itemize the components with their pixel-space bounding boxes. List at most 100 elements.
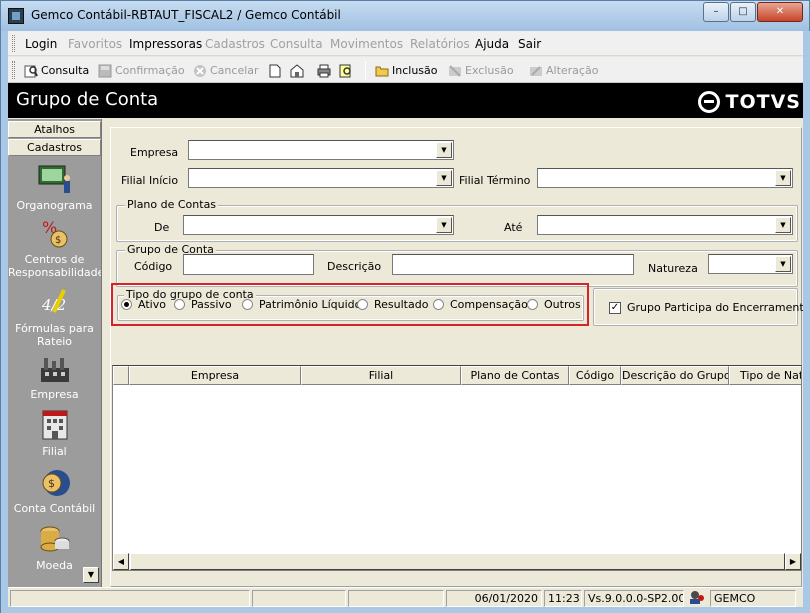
menu-ajuda[interactable]: Ajuda bbox=[475, 37, 509, 51]
cancelar-button[interactable]: Cancelar bbox=[193, 62, 259, 79]
confirmacao-button[interactable]: Confirmação bbox=[98, 62, 185, 79]
status-bar: 06/01/2020 11:23 Vs.9.0.0.0-SP2.00.0 GEM… bbox=[8, 587, 803, 607]
natureza-label: Natureza bbox=[648, 262, 698, 275]
chevron-down-icon[interactable]: ▼ bbox=[436, 142, 452, 158]
sidebar-item-formulas[interactable]: 4/2 Fórmulas para Rateio bbox=[8, 286, 101, 348]
exclusao-button[interactable]: Exclusão bbox=[448, 62, 514, 79]
filial-termino-label: Filial Término bbox=[459, 174, 531, 187]
client-area: Login Favoritos Impressoras Cadastros Co… bbox=[8, 31, 810, 607]
filial-inicio-label: Filial Início bbox=[121, 174, 179, 187]
window-frame-right bbox=[803, 31, 810, 612]
money-bag-icon: $ bbox=[38, 466, 72, 498]
encerramento-checkbox[interactable]: ✓ Grupo Participa do Encerramento bbox=[609, 301, 810, 314]
radio-resultado[interactable]: Resultado bbox=[357, 298, 428, 311]
sidebar-item-moeda[interactable]: Moeda bbox=[8, 523, 101, 572]
chevron-down-icon[interactable]: ▼ bbox=[775, 170, 791, 186]
export-button[interactable] bbox=[290, 62, 307, 79]
toolbar-grip-icon bbox=[12, 61, 15, 79]
results-grid[interactable]: Empresa Filial Plano de Contas Código De… bbox=[112, 365, 802, 571]
page-title: Grupo de Conta bbox=[16, 89, 159, 110]
title-bar[interactable]: Gemco Contábil-RBTAUT_FISCAL2 / Gemco Co… bbox=[1, 1, 809, 31]
menu-consulta[interactable]: Consulta bbox=[270, 37, 323, 51]
scroll-right-icon[interactable]: ▶ bbox=[785, 553, 801, 570]
app-icon bbox=[8, 8, 24, 24]
sidebar-scroll-down-button[interactable]: ▼ bbox=[83, 567, 99, 583]
svg-text:$: $ bbox=[48, 477, 55, 490]
plano-de-combo[interactable]: ▼ bbox=[183, 215, 454, 235]
radio-patrimonio-liquido[interactable]: Patrimônio Líquido bbox=[242, 298, 361, 311]
sidebar-item-centros[interactable]: % $ Centros de Responsabilidade bbox=[8, 217, 101, 279]
money-percent-icon: % $ bbox=[38, 217, 72, 249]
close-button[interactable]: ✕ bbox=[757, 2, 803, 22]
window-frame-bottom bbox=[1, 607, 810, 613]
sidebar-item-empresa[interactable]: Empresa bbox=[8, 352, 101, 401]
totvs-logo: TOTVS bbox=[697, 90, 801, 114]
form-area: Empresa ▼ Filial Início ▼ Filial Término… bbox=[110, 127, 810, 587]
grid-corner bbox=[113, 366, 129, 385]
filial-inicio-combo[interactable]: ▼ bbox=[188, 168, 454, 188]
menu-favoritos[interactable]: Favoritos bbox=[68, 37, 122, 51]
menu-sair[interactable]: Sair bbox=[518, 37, 541, 51]
chevron-down-icon[interactable]: ▼ bbox=[436, 170, 452, 186]
checkmark-icon: ✓ bbox=[609, 301, 621, 314]
sidebar-cadastros-button[interactable]: Cadastros bbox=[8, 139, 101, 156]
printer-icon bbox=[317, 64, 331, 78]
menu-cadastros[interactable]: Cadastros bbox=[205, 37, 265, 51]
radio-compensacao[interactable]: Compensação bbox=[433, 298, 528, 311]
column-header-codigo[interactable]: Código bbox=[569, 366, 621, 385]
minimize-button[interactable]: – bbox=[703, 2, 729, 22]
column-header-empresa[interactable]: Empresa bbox=[129, 366, 301, 385]
plano-ate-combo[interactable]: ▼ bbox=[537, 215, 793, 235]
radio-outros[interactable]: Outros bbox=[527, 298, 581, 311]
codigo-input[interactable] bbox=[183, 254, 314, 275]
menu-grip-icon bbox=[12, 35, 15, 52]
toolbar: Consulta Confirmação Cancelar Inclusão E… bbox=[8, 57, 803, 83]
new-document-icon bbox=[268, 64, 282, 78]
column-header-tipo-natureza[interactable]: Tipo de Natur bbox=[729, 366, 801, 385]
column-header-filial[interactable]: Filial bbox=[301, 366, 461, 385]
building-icon bbox=[38, 409, 72, 441]
status-panel-2 bbox=[252, 590, 346, 607]
radio-ativo[interactable]: Ativo bbox=[121, 298, 166, 311]
status-date: 06/01/2020 bbox=[446, 590, 542, 607]
sidebar-item-conta-contabil[interactable]: $ Conta Contábil bbox=[8, 466, 101, 515]
column-header-descricao[interactable]: Descrição do Grupo bbox=[621, 366, 729, 385]
preview-button[interactable] bbox=[339, 62, 356, 79]
chevron-down-icon[interactable]: ▼ bbox=[436, 217, 452, 233]
grid-horizontal-scrollbar[interactable]: ◀ ▶ bbox=[113, 553, 801, 570]
empresa-combo[interactable]: ▼ bbox=[188, 140, 454, 160]
column-header-plano[interactable]: Plano de Contas bbox=[461, 366, 569, 385]
alteracao-button[interactable]: Alteração bbox=[529, 62, 598, 79]
grid-header: Empresa Filial Plano de Contas Código De… bbox=[113, 366, 801, 385]
menu-relatorios[interactable]: Relatórios bbox=[410, 37, 470, 51]
chevron-down-icon[interactable]: ▼ bbox=[775, 256, 791, 272]
new-document-button[interactable] bbox=[268, 62, 285, 79]
menu-movimentos[interactable]: Movimentos bbox=[330, 37, 403, 51]
sidebar-item-filial[interactable]: Filial bbox=[8, 409, 101, 458]
scroll-left-icon[interactable]: ◀ bbox=[113, 553, 129, 570]
radio-passivo[interactable]: Passivo bbox=[174, 298, 232, 311]
plano-de-contas-legend: Plano de Contas bbox=[125, 198, 219, 211]
menu-impressoras[interactable]: Impressoras bbox=[129, 37, 202, 51]
status-panel-1 bbox=[10, 590, 250, 607]
natureza-combo[interactable]: ▼ bbox=[708, 254, 793, 274]
consulta-button[interactable]: Consulta bbox=[24, 62, 89, 79]
maximize-button[interactable]: □ bbox=[730, 2, 756, 22]
scroll-thumb[interactable] bbox=[130, 553, 785, 570]
print-button[interactable] bbox=[317, 62, 334, 79]
sidebar-item-organograma[interactable]: Organograma bbox=[8, 163, 101, 212]
folder-icon bbox=[375, 64, 389, 78]
edit-icon bbox=[529, 64, 543, 78]
chevron-down-icon[interactable]: ▼ bbox=[775, 217, 791, 233]
menu-login[interactable]: Login bbox=[25, 37, 57, 51]
form-panel: Empresa ▼ Filial Início ▼ Filial Término… bbox=[110, 127, 810, 587]
descricao-label: Descrição bbox=[327, 260, 382, 273]
inclusao-button[interactable]: Inclusão bbox=[375, 62, 438, 79]
page-header: Grupo de Conta TOTVS bbox=[8, 83, 803, 118]
status-time: 11:23 bbox=[544, 590, 582, 607]
filial-termino-combo[interactable]: ▼ bbox=[537, 168, 793, 188]
descricao-input[interactable] bbox=[392, 254, 634, 275]
sidebar: Atalhos Cadastros Organograma % $ Centros… bbox=[8, 119, 102, 587]
save-icon bbox=[98, 64, 112, 78]
sidebar-atalhos-button[interactable]: Atalhos bbox=[8, 121, 101, 138]
